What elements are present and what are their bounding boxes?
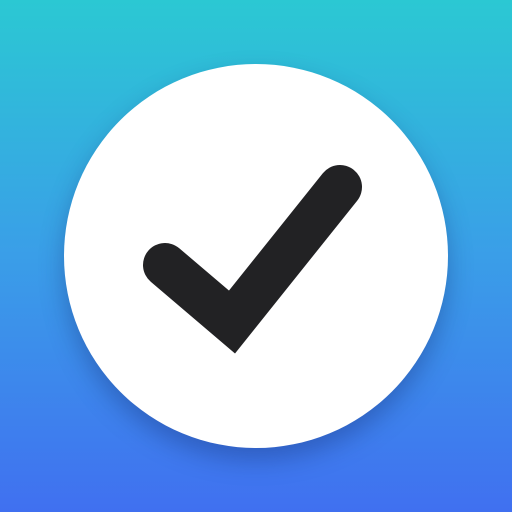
checkmark-icon <box>143 165 362 354</box>
app-icon[interactable] <box>0 0 512 512</box>
